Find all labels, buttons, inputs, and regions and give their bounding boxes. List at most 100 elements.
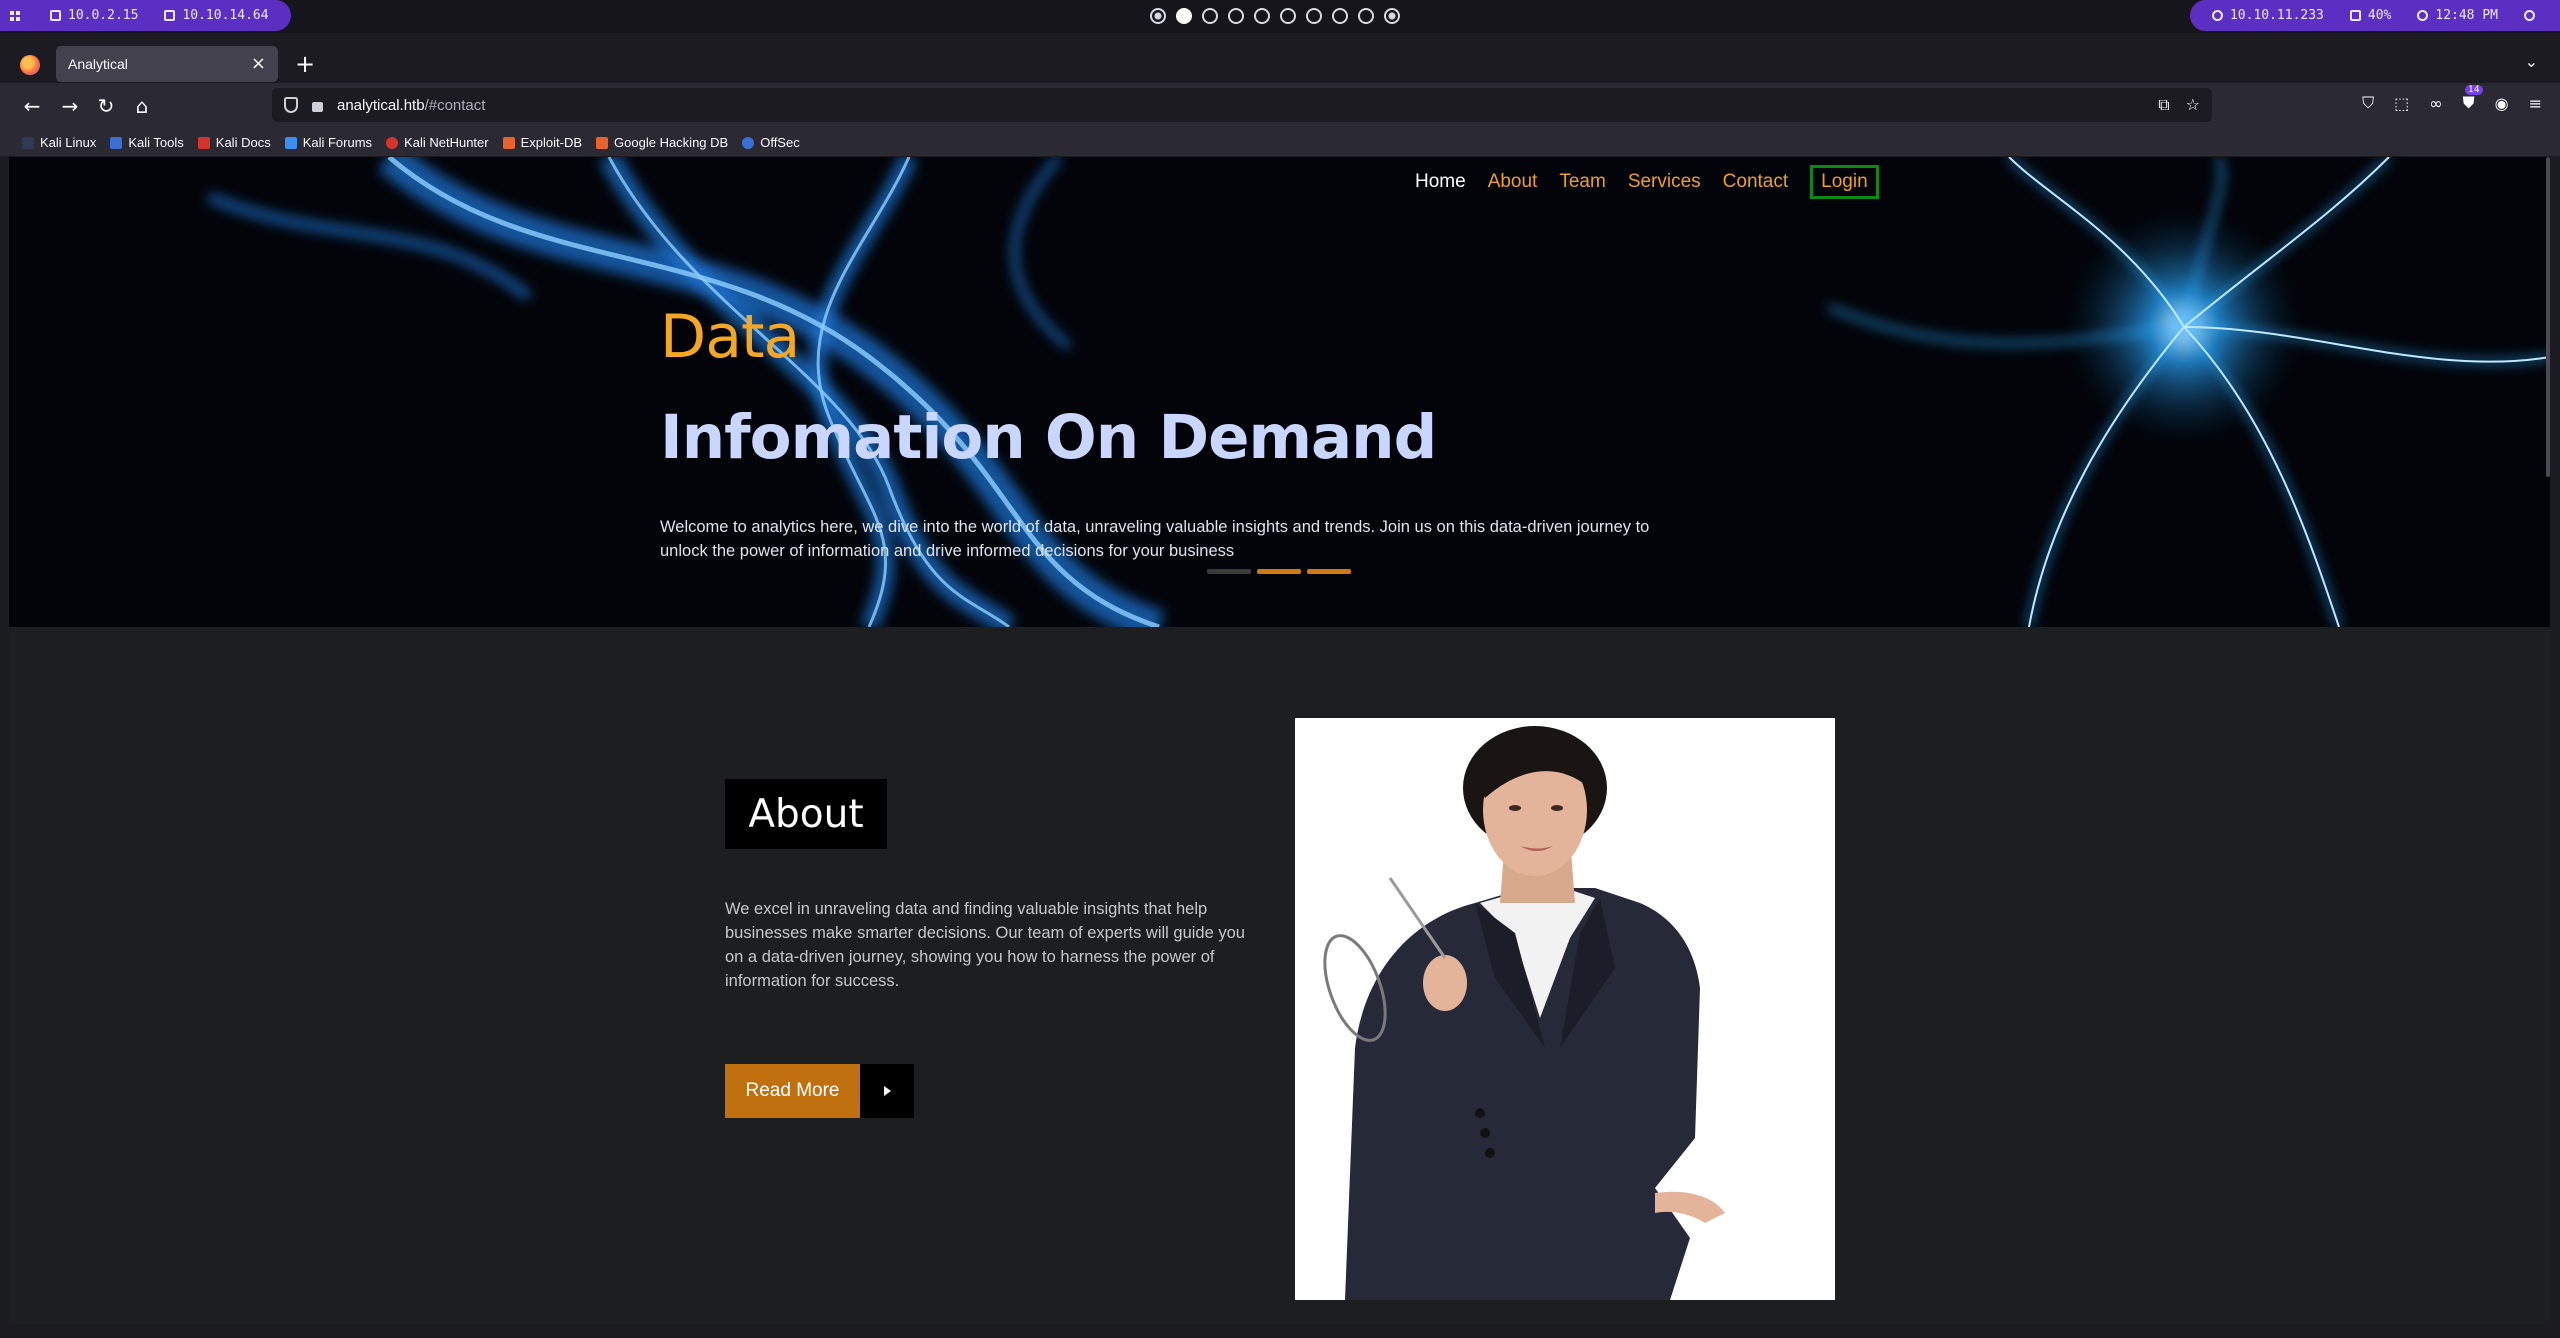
bookmark-item[interactable]: Kali Linux bbox=[22, 135, 96, 150]
bookmark-item[interactable]: Kali NetHunter bbox=[386, 135, 489, 150]
hero-title: Infomation On Demand bbox=[660, 402, 1437, 473]
workspace-10[interactable] bbox=[1384, 8, 1400, 24]
site-navigation: Home About Team Services Contact Login bbox=[1415, 165, 1879, 199]
workspace-9[interactable] bbox=[1358, 8, 1374, 24]
workspace-7[interactable] bbox=[1306, 8, 1322, 24]
system-bar-left: 10.0.2.15 10.10.14.64 bbox=[0, 0, 291, 31]
about-text: We excel in unraveling data and finding … bbox=[725, 900, 1245, 990]
reload-icon[interactable]: ↻ bbox=[92, 93, 120, 119]
power-button[interactable] bbox=[2524, 10, 2542, 21]
system-bar: 10.0.2.15 10.10.14.64 10.10.11.233 40% 1… bbox=[0, 0, 2560, 33]
google-hacking-db-icon bbox=[596, 136, 609, 149]
tab-close-icon[interactable]: × bbox=[251, 55, 266, 73]
nav-link-team[interactable]: Team bbox=[1559, 171, 1605, 193]
workspace-1[interactable] bbox=[1150, 8, 1166, 24]
translate-icon[interactable]: ⧉ bbox=[2158, 95, 2169, 115]
local-ip-indicator: 10.0.2.15 bbox=[50, 8, 138, 23]
extension-shield-icon[interactable]: ⛊ 14 bbox=[2463, 85, 2483, 113]
bookmark-label: Kali Docs bbox=[215, 135, 271, 150]
workspace-6[interactable] bbox=[1280, 8, 1296, 24]
app-menu-icon[interactable] bbox=[10, 10, 20, 21]
profile-icon[interactable]: ◉ bbox=[2495, 94, 2509, 113]
web-page: Home About Team Services Contact Login D… bbox=[9, 157, 2550, 1324]
carousel-indicator-2[interactable] bbox=[1257, 569, 1301, 574]
back-arrow-icon[interactable]: ← bbox=[18, 93, 46, 119]
exploit-db-icon bbox=[502, 136, 515, 149]
bookmark-item[interactable]: Kali Tools bbox=[110, 135, 184, 150]
read-more-button[interactable]: Read More bbox=[725, 1064, 914, 1118]
kali-docs-icon bbox=[197, 136, 210, 149]
workspace-3[interactable] bbox=[1202, 8, 1218, 24]
speaker-icon bbox=[2349, 10, 2361, 21]
home-icon[interactable]: ⌂ bbox=[128, 93, 156, 119]
hamburger-menu-icon[interactable]: ≡ bbox=[2529, 94, 2542, 113]
clock-indicator: 12:48 PM bbox=[2417, 8, 2498, 23]
nav-link-home[interactable]: Home bbox=[1415, 171, 1466, 193]
tracking-shield-icon[interactable] bbox=[284, 97, 298, 113]
bookmark-item[interactable]: OffSec bbox=[742, 135, 800, 150]
carousel-indicator-3[interactable] bbox=[1307, 569, 1351, 574]
volume-text: 40% bbox=[2367, 8, 2392, 23]
connection-lock-icon[interactable] bbox=[312, 102, 323, 112]
kali-dragon-icon bbox=[22, 136, 34, 149]
bookmarks-toolbar: Kali Linux Kali Tools Kali Docs Kali For… bbox=[0, 129, 2560, 156]
new-tab-button[interactable]: + bbox=[290, 49, 320, 79]
bookmark-item[interactable]: Google Hacking DB bbox=[596, 135, 728, 150]
about-section: About We excel in unraveling data and fi… bbox=[9, 627, 2550, 1324]
bookmark-item[interactable]: Kali Forums bbox=[284, 135, 373, 150]
carousel-indicator-1[interactable] bbox=[1207, 569, 1251, 574]
bookmark-label: Kali Tools bbox=[128, 135, 184, 150]
nav-link-login[interactable]: Login bbox=[1810, 165, 1879, 199]
bookmark-label: OffSec bbox=[760, 135, 800, 150]
page-scrollbar[interactable] bbox=[2546, 157, 2550, 477]
volume-indicator[interactable]: 40% bbox=[2349, 8, 2392, 23]
tab-list-chevron-icon[interactable]: ⌄ bbox=[2525, 52, 2538, 71]
extension-badge-count: 14 bbox=[2465, 85, 2483, 95]
firefox-logo-icon bbox=[20, 55, 40, 75]
workspace-8[interactable] bbox=[1332, 8, 1348, 24]
businesswoman-illustration bbox=[1295, 718, 1835, 1300]
pocket-icon[interactable]: ⛉ bbox=[2362, 93, 2374, 113]
url-bar-actions: ⧉ ☆ bbox=[2158, 95, 2200, 115]
vpn-ip-indicator: 10.10.14.64 bbox=[164, 8, 269, 23]
kali-tools-icon bbox=[110, 136, 123, 149]
target-ip-text: 10.10.11.233 bbox=[2229, 8, 2324, 23]
carousel-indicators bbox=[1207, 569, 1351, 574]
hero-subtitle: Data bbox=[660, 302, 800, 372]
browser-tab-active[interactable]: Analytical × bbox=[56, 46, 278, 82]
url-bar[interactable]: analytical.htb /#contact ⧉ ☆ bbox=[272, 88, 2212, 122]
url-path: /#contact bbox=[424, 96, 486, 114]
target-icon bbox=[2211, 10, 2223, 21]
system-bar-right: 10.10.11.233 40% 12:48 PM bbox=[2189, 0, 2560, 31]
nav-link-services[interactable]: Services bbox=[1628, 171, 1701, 193]
nav-link-contact[interactable]: Contact bbox=[1723, 171, 1788, 193]
tab-strip bbox=[0, 33, 2560, 83]
extensions-icon[interactable]: ⬚ bbox=[2394, 94, 2409, 113]
hero-description: Welcome to analytics here, we dive into … bbox=[660, 518, 1650, 560]
bookmark-label: Kali Forums bbox=[302, 135, 373, 150]
clock-text: 12:48 PM bbox=[2435, 8, 2498, 23]
nav-link-about[interactable]: About bbox=[1488, 171, 1538, 193]
local-ip-text: 10.0.2.15 bbox=[68, 8, 139, 23]
forward-arrow-icon[interactable]: → bbox=[56, 93, 84, 119]
url-host: analytical.htb bbox=[337, 96, 425, 114]
play-arrow-icon[interactable] bbox=[860, 1064, 914, 1118]
power-icon bbox=[2524, 10, 2535, 21]
clock-icon bbox=[2417, 10, 2429, 21]
bookmark-label: Kali NetHunter bbox=[404, 135, 489, 150]
workspace-4[interactable] bbox=[1228, 8, 1244, 24]
nethunter-icon bbox=[386, 136, 399, 149]
offsec-icon bbox=[742, 136, 755, 149]
workspace-2[interactable] bbox=[1176, 8, 1192, 24]
workspace-5[interactable] bbox=[1254, 8, 1270, 24]
bookmark-label: Exploit-DB bbox=[520, 135, 583, 150]
bookmark-item[interactable]: Exploit-DB bbox=[502, 135, 583, 150]
read-more-label[interactable]: Read More bbox=[725, 1064, 860, 1118]
mask-icon[interactable]: ∞ bbox=[2429, 94, 2442, 113]
bookmark-star-icon[interactable]: ☆ bbox=[2186, 95, 2200, 115]
bookmark-item[interactable]: Kali Docs bbox=[197, 135, 271, 150]
tab-title: Analytical bbox=[68, 56, 128, 72]
hero-banner: Home About Team Services Contact Login D… bbox=[9, 157, 2550, 627]
target-ip-indicator: 10.10.11.233 bbox=[2211, 8, 2324, 23]
workspace-switcher bbox=[1150, 8, 1400, 24]
